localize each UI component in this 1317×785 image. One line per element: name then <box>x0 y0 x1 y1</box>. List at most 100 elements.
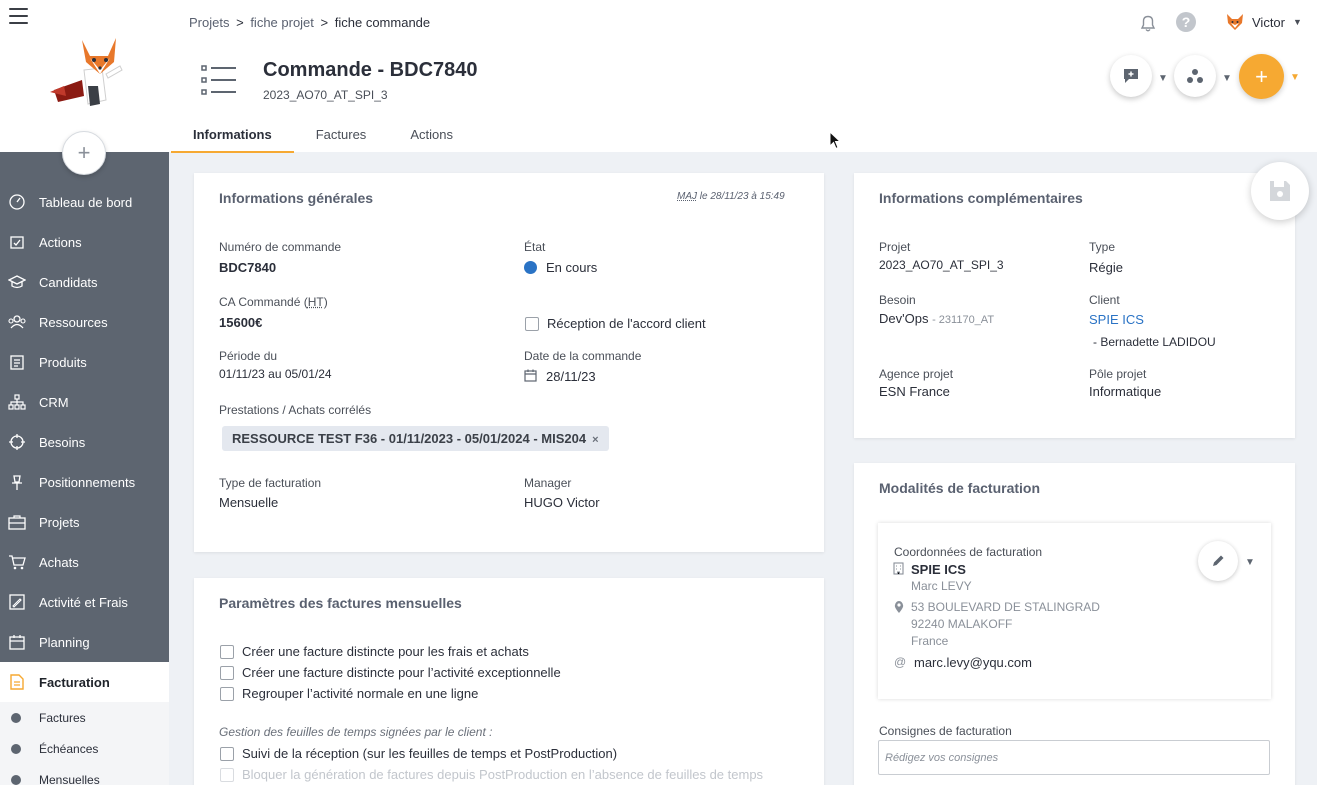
sidebar-item-label: Facturation <box>39 674 110 690</box>
breadcrumb-projets-link[interactable]: Projets <box>189 15 229 30</box>
calendar-icon <box>524 369 537 382</box>
comment-dropdown-caret[interactable]: ▼ <box>1158 73 1168 84</box>
bell-icon[interactable] <box>1138 13 1158 33</box>
pole-label: Pôle projet <box>1089 367 1147 381</box>
chevron-down-icon: ▼ <box>1293 17 1302 27</box>
sidebar-item-label: CRM <box>39 394 69 410</box>
prestation-chip[interactable]: RESSOURCE TEST F36 - 01/11/2023 - 05/01/… <box>222 426 609 451</box>
building-icon <box>893 562 904 575</box>
share-button[interactable] <box>1174 55 1216 97</box>
need-name: Dev'Ops <box>879 311 929 326</box>
sidebar: + Tableau de bord Actions Candidats Ress… <box>0 0 169 785</box>
period-value: 01/11/23 au 05/01/24 <box>219 367 332 381</box>
order-number-value: BDC7840 <box>219 260 277 275</box>
tab-informations[interactable]: Informations <box>171 119 294 153</box>
sidebar-item-tableau-de-bord[interactable]: Tableau de bord <box>0 182 169 222</box>
actions-icon <box>8 233 26 251</box>
type-value: Régie <box>1089 260 1123 275</box>
user-name: Victor <box>1252 14 1285 30</box>
order-number-label: Numéro de commande <box>219 240 342 254</box>
sidebar-item-facturation[interactable]: Facturation <box>0 662 169 702</box>
client-link[interactable]: SPIE ICS <box>1089 312 1144 327</box>
breadcrumb: Projets > fiche projet > fiche commande <box>189 15 430 30</box>
fox-logo <box>50 38 123 106</box>
add-dropdown-caret[interactable]: ▼ <box>1290 72 1300 83</box>
comment-button[interactable] <box>1110 55 1152 97</box>
sidebar-item-crm[interactable]: CRM <box>0 382 169 422</box>
separate-expenses-checkbox[interactable] <box>220 645 234 659</box>
billing-instructions-input[interactable]: Rédigez vos consignes <box>878 740 1270 775</box>
products-icon <box>8 353 26 371</box>
sidebar-item-positionnements[interactable]: Positionnements <box>0 462 169 502</box>
state-value: En cours <box>524 260 597 275</box>
sidebar-item-ressources[interactable]: Ressources <box>0 302 169 342</box>
billing-dropdown-caret[interactable]: ▼ <box>1245 557 1255 568</box>
sidebar-item-achats[interactable]: Achats <box>0 542 169 582</box>
agency-label: Agence projet <box>879 367 954 381</box>
group-activity-checkbox[interactable] <box>220 687 234 701</box>
bullet-icon <box>11 712 21 723</box>
add-button[interactable]: + <box>1239 54 1284 99</box>
sidebar-item-activite-et-frais[interactable]: Activité et Frais <box>0 582 169 622</box>
separate-exceptional-checkbox[interactable] <box>220 666 234 680</box>
ca-label-prefix: CA Commandé ( <box>219 295 308 309</box>
sidebar-item-actions[interactable]: Actions <box>0 222 169 262</box>
breadcrumb-current: fiche commande <box>334 15 431 30</box>
sidebar-item-besoins[interactable]: Besoins <box>0 422 169 462</box>
comment-plus-icon <box>1124 69 1138 83</box>
sidebar-item-label: Positionnements <box>39 474 136 490</box>
subnav-item-mensuelles[interactable]: Mensuelles <box>0 764 169 785</box>
ca-value: 15600€ <box>219 315 263 330</box>
sidebar-header <box>0 0 169 152</box>
complementary-info-title: Informations complémentaires <box>879 190 1083 206</box>
need-label: Besoin <box>879 293 916 307</box>
crm-icon <box>8 393 26 411</box>
project-value: 2023_AO70_AT_SPI_3 <box>879 258 1004 272</box>
tab-factures[interactable]: Factures <box>294 119 389 153</box>
type-label: Type <box>1089 240 1116 254</box>
tab-actions[interactable]: Actions <box>388 119 475 153</box>
manager-label: Manager <box>524 476 572 490</box>
cart-icon <box>8 553 26 571</box>
tab-bar: Informations Factures Actions <box>171 119 475 153</box>
user-menu[interactable]: Victor ▼ <box>1225 12 1302 32</box>
timesheet-tracking-checkbox[interactable] <box>220 747 234 761</box>
resources-icon <box>8 313 26 331</box>
sidebar-item-label: Candidats <box>39 274 98 290</box>
needs-icon <box>8 433 26 451</box>
agency-value: ESN France <box>879 384 950 399</box>
help-icon[interactable]: ? <box>1176 12 1196 32</box>
client-accord-checkbox[interactable] <box>525 317 539 331</box>
edit-billing-button[interactable] <box>1198 541 1238 581</box>
sidebar-item-planning[interactable]: Planning <box>0 622 169 662</box>
breadcrumb-fiche-projet-link[interactable]: fiche projet <box>250 15 314 30</box>
group-activity-label: Regrouper l’activité normale en une lign… <box>242 686 479 701</box>
mouse-cursor-icon <box>829 131 842 150</box>
hamburger-menu-icon[interactable] <box>9 8 28 24</box>
activity-icon <box>8 593 26 611</box>
project-label: Projet <box>879 240 911 254</box>
save-button[interactable] <box>1251 162 1309 220</box>
sidebar-item-projets[interactable]: Projets <box>0 502 169 542</box>
period-label: Période du <box>219 349 278 363</box>
timesheet-heading: Gestion des feuilles de temps signées pa… <box>219 725 493 739</box>
separate-exceptional-label: Créer une facture distincte pour l’activ… <box>242 665 561 680</box>
subnav-item-factures[interactable]: Factures <box>0 702 169 733</box>
share-dropdown-caret[interactable]: ▼ <box>1222 73 1232 84</box>
close-icon[interactable]: × <box>592 434 598 446</box>
sidebar-item-label: Actions <box>39 234 82 250</box>
billing-address-line1: 53 BOULEVARD DE STALINGRAD <box>911 600 1100 614</box>
sidebar-item-produits[interactable]: Produits <box>0 342 169 382</box>
prestation-chip-text: RESSOURCE TEST F36 - 01/11/2023 - 05/01/… <box>232 431 587 446</box>
subnav-item-label: Mensuelles <box>39 772 100 785</box>
billing-address-line2: 92240 MALAKOFF <box>911 617 1013 631</box>
sidebar-item-candidats[interactable]: Candidats <box>0 262 169 302</box>
status-dot-icon <box>524 261 537 274</box>
bullet-icon <box>11 774 21 785</box>
sidebar-item-label: Achats <box>39 554 79 570</box>
quick-add-button[interactable]: + <box>62 131 106 175</box>
subnav-item-echeances[interactable]: Échéances <box>0 733 169 764</box>
client-contact: - Bernadette LADIDOU <box>1093 335 1216 349</box>
order-date-label: Date de la commande <box>524 349 642 363</box>
dashboard-icon <box>8 193 26 211</box>
